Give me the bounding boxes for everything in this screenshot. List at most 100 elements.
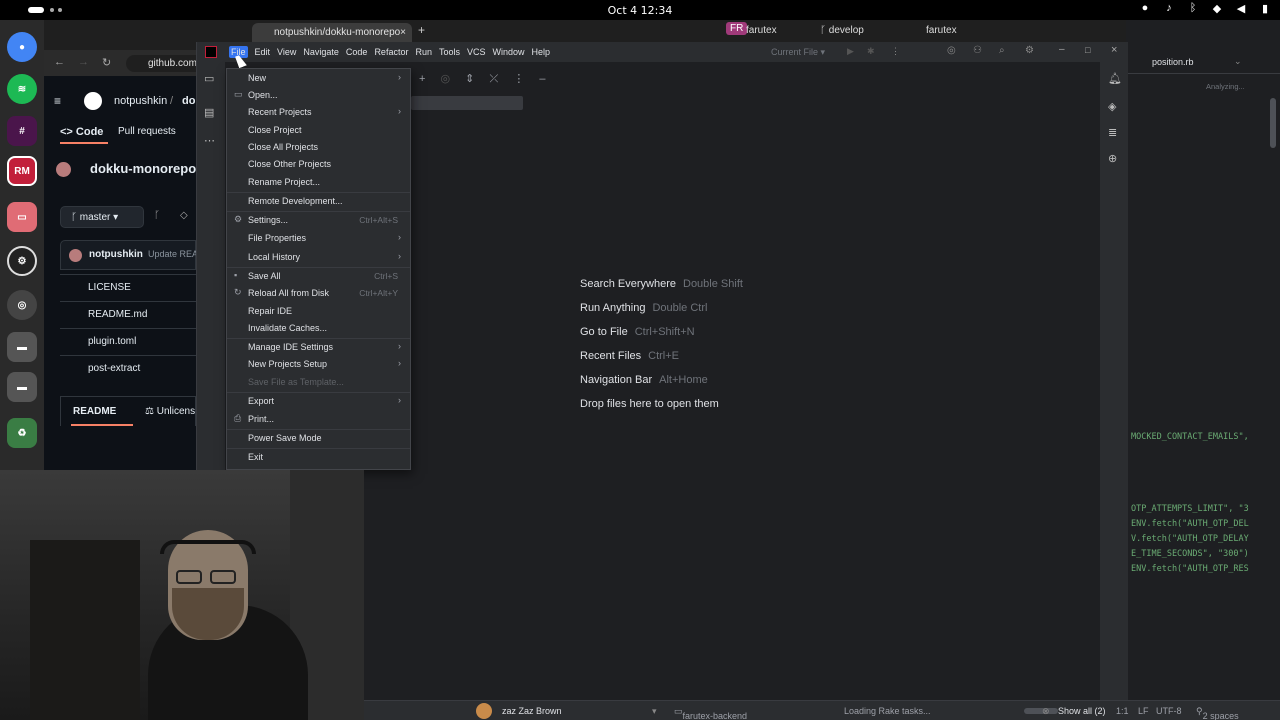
menu-run[interactable]: Run xyxy=(415,47,432,57)
file-row[interactable]: post-extract xyxy=(60,355,196,382)
branch-selector[interactable]: ᚴ master ▾ xyxy=(60,206,144,228)
file-row[interactable]: README.md xyxy=(60,301,196,328)
menu-item-exit[interactable]: Exit xyxy=(227,449,410,466)
add-icon[interactable]: + xyxy=(419,73,425,85)
chrome-icon[interactable]: ● xyxy=(7,32,37,62)
run-icon[interactable]: ▶ xyxy=(847,46,854,57)
code-with-me-icon[interactable]: ⚇ xyxy=(973,45,982,56)
locate-icon[interactable]: ◎ xyxy=(441,73,451,85)
forward-icon[interactable]: → xyxy=(78,56,89,68)
status-line-separator[interactable]: LF xyxy=(1138,706,1149,716)
menu-item-invalidate-caches[interactable]: Invalidate Caches... xyxy=(227,320,410,337)
notifications-icon[interactable]: 🔔︎ xyxy=(1108,72,1122,85)
debug-icon[interactable]: ✱ xyxy=(867,46,875,57)
ide-config-title[interactable]: farutex xyxy=(926,25,957,36)
menu-item-repair-ide[interactable]: Repair IDE xyxy=(227,303,410,320)
more-icon[interactable]: ⋮ xyxy=(891,46,900,57)
show-all-tasks-link[interactable]: Show all (2) xyxy=(1058,706,1106,716)
browser-active-tab[interactable]: notpushkin/dokku-monorepo × xyxy=(252,23,412,42)
commit-author[interactable]: notpushkin xyxy=(89,249,143,260)
repo-short[interactable]: do xyxy=(182,95,195,107)
tag-icon[interactable]: ◇ xyxy=(180,210,188,221)
drive-icon[interactable]: ▬ xyxy=(7,332,37,362)
close-icon[interactable]: × xyxy=(400,27,406,38)
new-tab-icon[interactable]: + xyxy=(418,23,425,37)
menu-item-recent-projects[interactable]: Recent Projects › xyxy=(227,104,410,121)
system-tray[interactable]: ● ♪ ᛒ ◆ ◀ ▮ xyxy=(1138,2,1272,15)
scrollbar[interactable] xyxy=(1270,98,1276,148)
menu-item-rename-project[interactable]: Rename Project... xyxy=(227,174,410,191)
disk-icon[interactable]: ◎ xyxy=(7,290,37,320)
tab-pull-requests[interactable]: Pull requests xyxy=(118,126,176,137)
run-config-selector[interactable]: Current File ▾ xyxy=(771,47,825,58)
menu-vcs[interactable]: VCS xyxy=(467,47,486,57)
menu-window[interactable]: Window xyxy=(493,47,525,57)
status-project[interactable]: ▭ farutex-backend xyxy=(674,706,747,720)
menu-item-close-other-projects[interactable]: Close Other Projects xyxy=(227,156,410,173)
database-icon[interactable]: ≣ xyxy=(1108,126,1117,139)
trash-icon[interactable]: ♻ xyxy=(7,418,37,448)
files-icon[interactable]: ▭ xyxy=(7,202,37,232)
menu-item-save-all[interactable]: ▪ Save All Ctrl+S xyxy=(227,268,410,285)
search-icon[interactable]: ⌕ xyxy=(999,45,1005,56)
mic-icon[interactable]: ♪ xyxy=(1162,2,1176,15)
menu-view[interactable]: View xyxy=(277,47,296,57)
repo-owner[interactable]: notpushkin xyxy=(114,95,167,107)
more-tools-icon[interactable]: ⋯ xyxy=(204,134,215,147)
spotify-icon[interactable]: ≋ xyxy=(7,74,37,104)
status-user[interactable]: zaz Zaz Brown xyxy=(502,706,562,716)
settings-app-icon[interactable]: ⚙ xyxy=(7,246,37,276)
menu-item-local-history[interactable]: Local History › xyxy=(227,249,410,266)
hamburger-icon[interactable]: ≡ xyxy=(54,94,61,108)
status-position[interactable]: 1:1 xyxy=(1116,706,1129,716)
menu-item-export[interactable]: Export › xyxy=(227,393,410,410)
drive-icon[interactable]: ▬ xyxy=(7,372,37,402)
status-encoding[interactable]: UTF-8 xyxy=(1156,706,1182,716)
menu-item-new-projects-setup[interactable]: New Projects Setup › xyxy=(227,356,410,373)
menu-item-open[interactable]: ▭ Open... xyxy=(227,87,410,104)
menu-item-reload-all[interactable]: ↻ Reload All from Disk Ctrl+Alt+Y xyxy=(227,285,410,302)
close-icon[interactable]: × xyxy=(1111,44,1117,56)
wifi-icon[interactable]: ◆ xyxy=(1210,2,1224,15)
browser-tab-strip[interactable] xyxy=(44,20,196,50)
ide-project-title[interactable]: farutex xyxy=(746,25,777,36)
maximize-icon[interactable]: □ xyxy=(1085,45,1090,55)
menu-refactor[interactable]: Refactor xyxy=(374,47,408,57)
menu-item-new[interactable]: New › xyxy=(227,70,410,87)
address-bar[interactable]: ← → ↻ github.com xyxy=(44,50,206,76)
project-tree-selection[interactable] xyxy=(411,96,523,110)
collapse-icon[interactable]: ⤫ xyxy=(489,73,498,85)
code-line[interactable]: MOCKED_CONTACT_EMAILS", xyxy=(1131,432,1249,442)
code-line[interactable]: ENV.fetch("AUTH_OTP_RES xyxy=(1131,564,1249,574)
slack-icon[interactable]: # xyxy=(7,116,37,146)
reload-icon[interactable]: ↻ xyxy=(102,56,111,69)
minimize-icon[interactable]: – xyxy=(1059,44,1065,55)
endpoints-icon[interactable]: ⊕ xyxy=(1108,152,1117,165)
chevron-down-icon[interactable]: ▾ xyxy=(652,706,657,717)
repo-name[interactable]: dokku-monorepo xyxy=(90,161,196,176)
bluetooth-icon[interactable]: ᛒ xyxy=(1186,2,1200,15)
tab-readme[interactable]: README xyxy=(73,406,116,417)
battery-icon[interactable]: ▮ xyxy=(1258,2,1272,15)
record-icon[interactable]: ● xyxy=(1138,2,1152,15)
file-row[interactable]: plugin.toml xyxy=(60,328,196,355)
tab-license[interactable]: ⚖ Unlicens xyxy=(145,406,195,417)
github-logo-icon[interactable] xyxy=(84,92,102,110)
url-field[interactable]: github.com xyxy=(126,55,206,72)
expand-icon[interactable]: ⇕ xyxy=(465,73,474,85)
menu-item-close-project[interactable]: Close Project xyxy=(227,122,410,139)
gear-icon[interactable]: ⚙ xyxy=(1025,45,1034,56)
options-icon[interactable]: ⋮ xyxy=(513,73,524,85)
menu-item-file-properties[interactable]: File Properties › xyxy=(227,230,410,247)
code-line[interactable]: E_TIME_SECONDS", "300") xyxy=(1131,549,1249,559)
branches-icon[interactable]: ᚴ xyxy=(154,210,160,221)
menu-edit[interactable]: Edit xyxy=(255,47,271,57)
menu-tools[interactable]: Tools xyxy=(439,47,460,57)
menu-code[interactable]: Code xyxy=(346,47,368,57)
volume-icon[interactable]: ◀ xyxy=(1234,2,1248,15)
menu-item-manage-ide-settings[interactable]: Manage IDE Settings › xyxy=(227,339,410,356)
back-icon[interactable]: ← xyxy=(54,56,65,68)
menu-item-remote-development[interactable]: Remote Development... xyxy=(227,193,410,210)
code-line[interactable]: ENV.fetch("AUTH_OTP_DEL xyxy=(1131,519,1249,529)
status-indent[interactable]: ⚲ 2 spaces xyxy=(1196,706,1239,720)
